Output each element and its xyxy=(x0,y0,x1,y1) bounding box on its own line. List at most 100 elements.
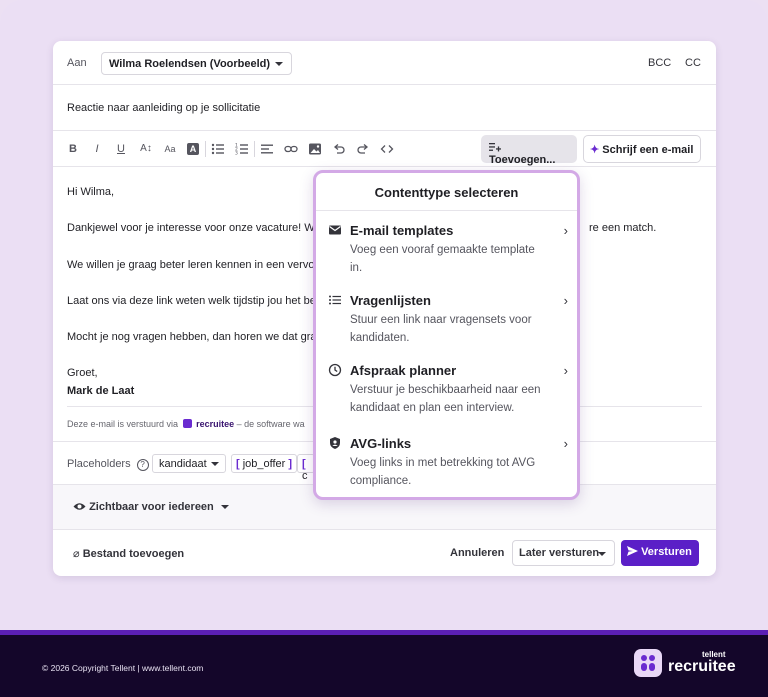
body-line-4: Mocht je nog vragen hebben, dan horen we… xyxy=(67,331,323,343)
attach-file-button[interactable]: ⌀ Bestand toevoegen xyxy=(73,547,184,560)
popup-item-title: E-mail templates xyxy=(350,223,454,238)
clock-icon xyxy=(328,363,342,377)
popup-item-desc: Voeg links in met betrekking tot AVG com… xyxy=(350,457,536,487)
toolbar-divider xyxy=(205,141,206,157)
align-left-icon[interactable] xyxy=(260,142,274,156)
link-icon[interactable] xyxy=(284,142,298,156)
signature-prefix: Deze e-mail is verstuurd via xyxy=(67,419,179,429)
cancel-button[interactable]: Annuleren xyxy=(450,547,504,559)
popup-item-questionnaires[interactable]: Vragenlijsten › Stuur een link naar vrag… xyxy=(328,293,568,344)
code-icon[interactable] xyxy=(380,142,394,156)
body-line-3: Laat ons via deze link weten welk tijdst… xyxy=(67,295,316,307)
chevron-down-icon xyxy=(598,552,606,556)
popup-item-gdpr-links[interactable]: AVG-links › Voeg links in met betrekking… xyxy=(328,436,568,487)
bold-button[interactable]: B xyxy=(66,142,80,156)
recipient-row: Aan Wilma Roelendsen (Voorbeeld) BCC CC xyxy=(53,41,716,85)
copyright-text: © 2026 Copyright Tellent | www.tellent.c… xyxy=(42,663,204,673)
body-regards: Groet, xyxy=(67,367,98,379)
shield-user-icon xyxy=(330,437,340,449)
subject-input[interactable]: Reactie naar aanleiding op je sollicitat… xyxy=(67,102,260,114)
popup-item-desc: Voeg een vooraf gemaakte template in. xyxy=(350,244,535,274)
popup-item-desc: Stuur een link naar vragensets voor kand… xyxy=(350,314,532,344)
subject-row: Reactie naar aanleiding op je sollicitat… xyxy=(53,85,716,131)
logo-big-text: recruitee xyxy=(668,658,736,675)
signature-suffix: – de software wa xyxy=(236,419,305,429)
chip-bracket: ] xyxy=(288,458,293,470)
cc-button[interactable]: CC xyxy=(685,57,701,69)
redo-icon[interactable] xyxy=(356,142,370,156)
chevron-right-icon: › xyxy=(563,436,568,451)
logo-wordmark: tellent recruitee xyxy=(668,651,736,675)
bullet-list-icon[interactable] xyxy=(211,142,225,156)
body-line-2: We willen je graag beter leren kennen in… xyxy=(67,259,324,271)
eye-icon xyxy=(73,503,86,510)
send-later-select[interactable]: Later versturen xyxy=(512,540,615,566)
popup-item-appointment-planner[interactable]: Afspraak planner › Verstuur je beschikba… xyxy=(328,363,568,414)
font-case-button[interactable]: Aa xyxy=(162,142,178,156)
add-list-icon xyxy=(489,143,501,152)
send-button[interactable]: Versturen xyxy=(621,540,699,566)
send-icon xyxy=(627,546,638,556)
chip-bracket: [ xyxy=(302,458,306,470)
tellent-recruitee-logo: tellent recruitee xyxy=(634,649,736,677)
placeholders-label: Placeholders ? xyxy=(67,458,149,471)
italic-button[interactable]: I xyxy=(90,142,104,156)
sparkle-icon: ✦ xyxy=(590,144,600,156)
add-content-button[interactable]: Toevoegen... xyxy=(481,135,577,166)
recipient-select[interactable]: Wilma Roelendsen (Voorbeeld) xyxy=(101,52,292,75)
chevron-right-icon: › xyxy=(563,363,568,378)
image-icon[interactable] xyxy=(308,142,322,156)
write-email-label: Schrijf een e-mail xyxy=(602,144,694,156)
font-size-button[interactable]: A↕ xyxy=(137,142,155,156)
signature-brand: recruitee xyxy=(196,419,235,429)
popup-item-title: Vragenlijsten xyxy=(350,293,431,308)
recipient-value: Wilma Roelendsen (Voorbeeld) xyxy=(109,58,271,70)
toolbar-divider xyxy=(254,141,255,157)
chevron-down-icon xyxy=(211,462,219,466)
send-later-label: Later versturen xyxy=(519,547,600,559)
envelope-icon xyxy=(329,225,341,235)
recruitee-logo-icon xyxy=(182,419,192,428)
recruitee-logo-icon xyxy=(634,649,662,677)
chevron-down-icon xyxy=(220,505,229,510)
to-label: Aan xyxy=(67,57,87,69)
body-sender: Mark de Laat xyxy=(67,385,135,397)
popup-divider xyxy=(316,210,577,211)
chip-text: job_offer xyxy=(239,458,289,470)
placeholder-chip-job-offer[interactable]: [ job_offer ] xyxy=(231,454,298,473)
chevron-down-icon xyxy=(275,62,283,66)
help-icon[interactable]: ? xyxy=(136,459,149,471)
attach-file-label: Bestand toevoegen xyxy=(82,548,185,560)
undo-icon[interactable] xyxy=(332,142,346,156)
text-color-button[interactable]: A xyxy=(187,143,199,155)
visibility-label: Zichtbaar voor iedereen xyxy=(89,501,214,513)
popup-title: Contenttype selecteren xyxy=(374,185,519,200)
popup-item-desc: Verstuur je beschikbaarheid naar een kan… xyxy=(350,384,541,414)
body-greeting: Hi Wilma, xyxy=(67,186,115,198)
svg-text:3: 3 xyxy=(235,151,238,157)
formatting-toolbar: B I U A↕ Aa A 123 Toevoegen... ✦ Schrijf… xyxy=(53,131,716,167)
visibility-select[interactable]: Zichtbaar voor iedereen xyxy=(73,501,229,513)
body-line-1: Dankjewel voor je interesse voor onze va… xyxy=(67,222,321,234)
write-email-ai-button[interactable]: ✦ Schrijf een e-mail xyxy=(583,135,701,163)
underline-button[interactable]: U xyxy=(114,142,128,156)
placeholder-category-value: kandidaat xyxy=(159,458,207,470)
chevron-right-icon: › xyxy=(563,293,568,308)
numbered-list-icon[interactable]: 123 xyxy=(235,142,249,156)
chevron-right-icon: › xyxy=(563,223,568,238)
list-icon xyxy=(329,295,341,305)
popup-item-email-templates[interactable]: E-mail templates › Voeg een vooraf gemaa… xyxy=(328,223,568,274)
popup-item-title: Afspraak planner xyxy=(350,363,457,378)
add-content-label: Toevoegen... xyxy=(489,154,556,166)
popup-item-title: AVG-links xyxy=(350,436,412,451)
placeholders-text: Placeholders xyxy=(67,458,131,470)
content-type-popup: Contenttype selecteren E-mail templates … xyxy=(313,170,580,500)
chip-text: c xyxy=(302,470,308,482)
page-footer: © 2026 Copyright Tellent | www.tellent.c… xyxy=(0,630,768,697)
placeholder-category-select[interactable]: kandidaat xyxy=(152,454,226,473)
body-line-1-end: re een match. xyxy=(589,222,657,234)
bcc-button[interactable]: BCC xyxy=(648,57,671,69)
composer-footer: ⌀ Bestand toevoegen Annuleren Later vers… xyxy=(53,530,716,576)
send-label: Versturen xyxy=(641,546,692,558)
paperclip-icon: ⌀ xyxy=(73,548,80,560)
